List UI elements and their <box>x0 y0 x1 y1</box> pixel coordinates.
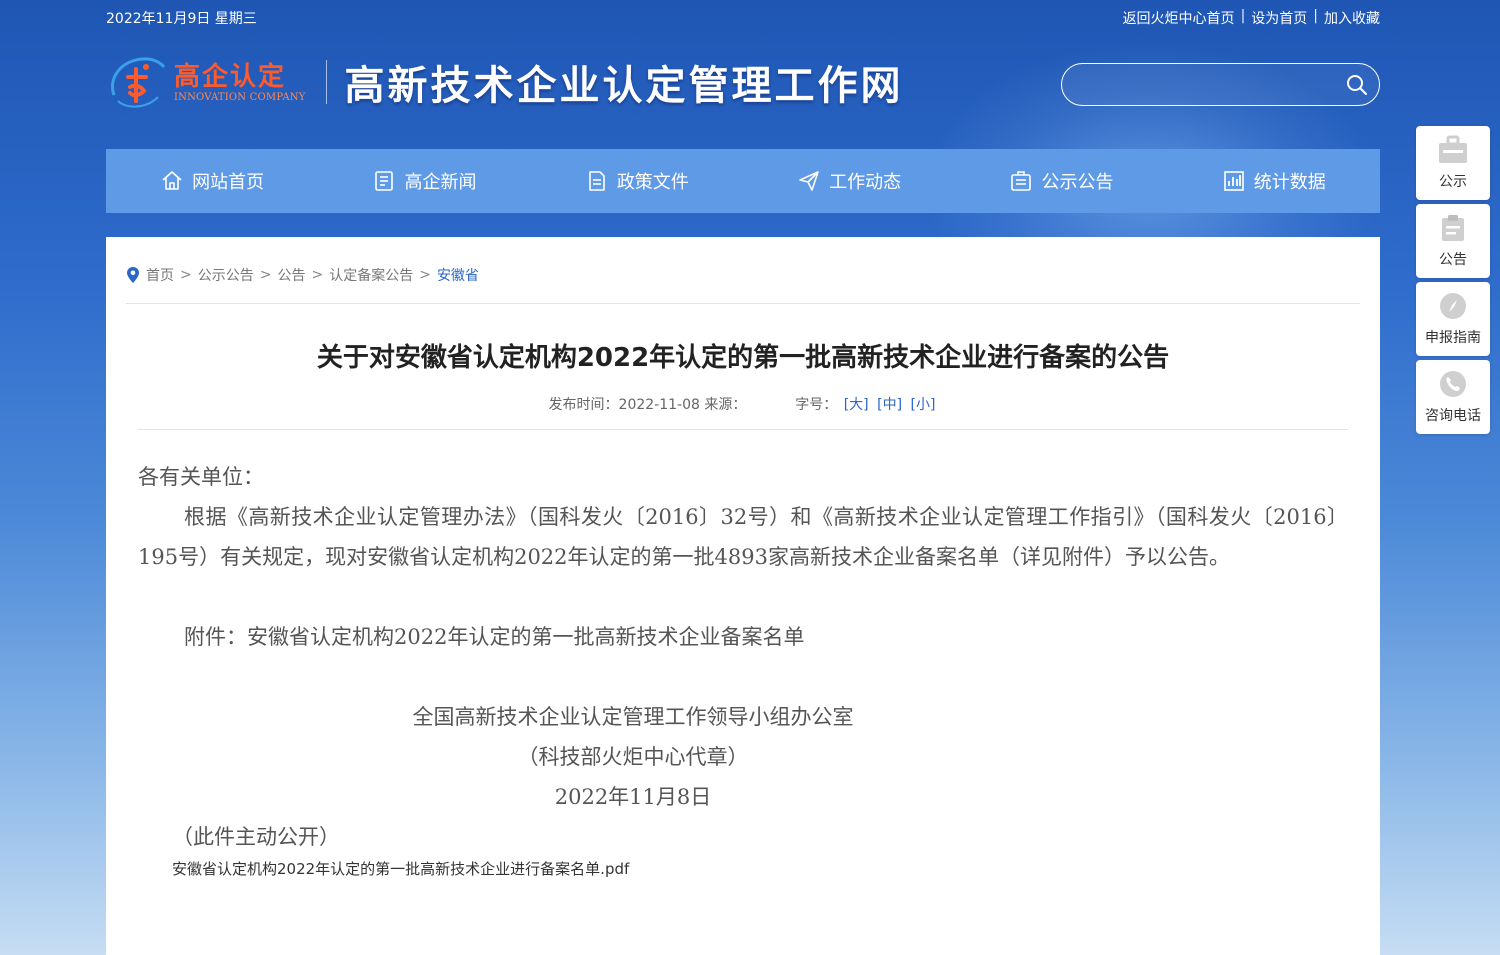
breadcrumb-current[interactable]: 安徽省 <box>437 265 479 285</box>
main-nav: 网站首页 高企新闻 政策文件 工作动态 公示公告 统计数据 <box>106 149 1380 213</box>
nav-label: 工作动态 <box>829 172 902 193</box>
nav-item-notices[interactable]: 公示公告 <box>1009 168 1113 194</box>
divider <box>126 303 1360 304</box>
logo-chinese: 高企认定 <box>174 61 287 92</box>
breadcrumb-filing[interactable]: 认定备案公告 <box>329 265 413 285</box>
clipboard-icon <box>1442 215 1464 241</box>
breadcrumb-separator: > <box>180 267 192 283</box>
breadcrumb-home[interactable]: 首页 <box>146 265 174 285</box>
publish-info: 发布时间：2022-11-08 来源： <box>548 397 747 413</box>
body-paragraph: 根据《高新技术企业认定管理办法》（国科发火〔2016〕32号）和《高新技术企业认… <box>138 505 1348 569</box>
link-separator: | <box>1240 8 1246 24</box>
article-meta: 发布时间：2022-11-08 来源： 字号： [大] [中] [小] <box>106 394 1380 414</box>
float-label: 申报指南 <box>1425 330 1481 346</box>
search-icon[interactable] <box>1345 73 1369 97</box>
float-button-publicity[interactable]: 公示 <box>1416 126 1490 200</box>
link-torch-home[interactable]: 返回火炬中心首页 <box>1123 8 1235 28</box>
public-note: （此件主动公开） <box>172 825 340 849</box>
attachment-note: 附件：安徽省认定机构2022年认定的第一批高新技术企业备案名单 <box>184 625 805 649</box>
article-body: 各有关单位： 根据《高新技术企业认定管理办法》（国科发火〔2016〕32号）和《… <box>138 457 1348 881</box>
nav-label: 网站首页 <box>192 172 265 193</box>
floating-sidebar: 公示 公告 申报指南 咨询电话 <box>1416 126 1490 434</box>
float-button-announcement[interactable]: 公告 <box>1416 204 1490 278</box>
site-logo-icon[interactable] <box>106 51 168 113</box>
float-button-hotline[interactable]: 咨询电话 <box>1416 360 1490 434</box>
float-label: 公告 <box>1439 252 1467 268</box>
paper-plane-icon <box>799 171 819 191</box>
link-separator: | <box>1313 8 1318 24</box>
article-title: 关于对安徽省认定机构2022年认定的第一批高新技术企业进行备案的公告 <box>316 343 1170 373</box>
float-button-guide[interactable]: 申报指南 <box>1416 282 1490 356</box>
float-label: 公示 <box>1439 174 1467 190</box>
compass-icon <box>1440 293 1466 319</box>
brand-divider <box>325 60 327 104</box>
phone-icon <box>1440 371 1466 397</box>
breadcrumb-separator: > <box>419 267 431 283</box>
top-bar: 2022年11月9日 星期三 返回火炬中心首页 | 设为首页 | 加入收藏 <box>106 8 1380 28</box>
nav-item-policy[interactable]: 政策文件 <box>585 168 689 194</box>
home-icon <box>162 171 182 190</box>
link-set-homepage[interactable]: 设为首页 <box>1251 8 1307 28</box>
breadcrumb: 首页 > 公示公告 > 公告 > 认定备案公告 > 安徽省 <box>126 265 479 285</box>
article-panel: 首页 > 公示公告 > 公告 > 认定备案公告 > 安徽省 关于对安徽省认定机构… <box>106 237 1380 955</box>
nav-label: 政策文件 <box>616 172 689 193</box>
nav-item-statistics[interactable]: 统计数据 <box>1222 168 1326 194</box>
news-icon <box>375 171 394 191</box>
chart-icon <box>1223 171 1244 191</box>
search-input[interactable] <box>1078 72 1328 98</box>
search-box <box>1061 63 1380 106</box>
nav-label: 高企新闻 <box>404 172 477 193</box>
notice-icon <box>1011 171 1032 191</box>
font-size-label: 字号： <box>795 397 838 413</box>
link-add-favorite[interactable]: 加入收藏 <box>1324 8 1380 28</box>
breadcrumb-announcement[interactable]: 公告 <box>277 265 305 285</box>
site-header: 高企认定 INNOVATION COMPANY 高新技术企业认定管理工作网 <box>106 50 904 114</box>
top-links: 返回火炬中心首页 | 设为首页 | 加入收藏 <box>1123 8 1380 28</box>
nav-label: 统计数据 <box>1253 172 1326 193</box>
salutation: 各有关单位： <box>138 465 264 489</box>
nav-item-work-updates[interactable]: 工作动态 <box>797 168 901 194</box>
nav-item-news[interactable]: 高企新闻 <box>372 168 476 194</box>
divider <box>138 429 1348 430</box>
breadcrumb-separator: > <box>259 267 272 283</box>
document-icon <box>589 171 605 191</box>
logo-english: INNOVATION COMPANY <box>174 91 306 103</box>
attachment-pdf-link[interactable]: 安徽省认定机构2022年认定的第一批高新技术企业进行备案名单.pdf <box>172 857 1348 881</box>
font-size-small-button[interactable]: [小] <box>911 397 936 413</box>
font-size-medium-button[interactable]: [中] <box>877 397 902 413</box>
site-title: 高新技术企业认定管理工作网 <box>344 62 904 109</box>
breadcrumb-notices[interactable]: 公示公告 <box>198 265 254 285</box>
breadcrumb-separator: > <box>311 267 324 283</box>
float-label: 咨询电话 <box>1425 408 1481 424</box>
briefcase-icon <box>1439 135 1467 163</box>
signoff-organization: 全国高新技术企业认定管理工作领导小组办公室 <box>412 705 854 729</box>
signoff-date: 2022年11月8日 <box>554 785 712 809</box>
signoff-seal: （科技部火炬中心代章） <box>517 745 749 769</box>
location-pin-icon <box>127 267 139 283</box>
font-size-large-button[interactable]: [大] <box>844 397 869 413</box>
nav-label: 公示公告 <box>1041 172 1114 193</box>
nav-item-home[interactable]: 网站首页 <box>160 168 264 194</box>
current-date: 2022年11月9日 星期三 <box>106 11 257 27</box>
logo-text: 高企认定 INNOVATION COMPANY <box>174 62 306 103</box>
